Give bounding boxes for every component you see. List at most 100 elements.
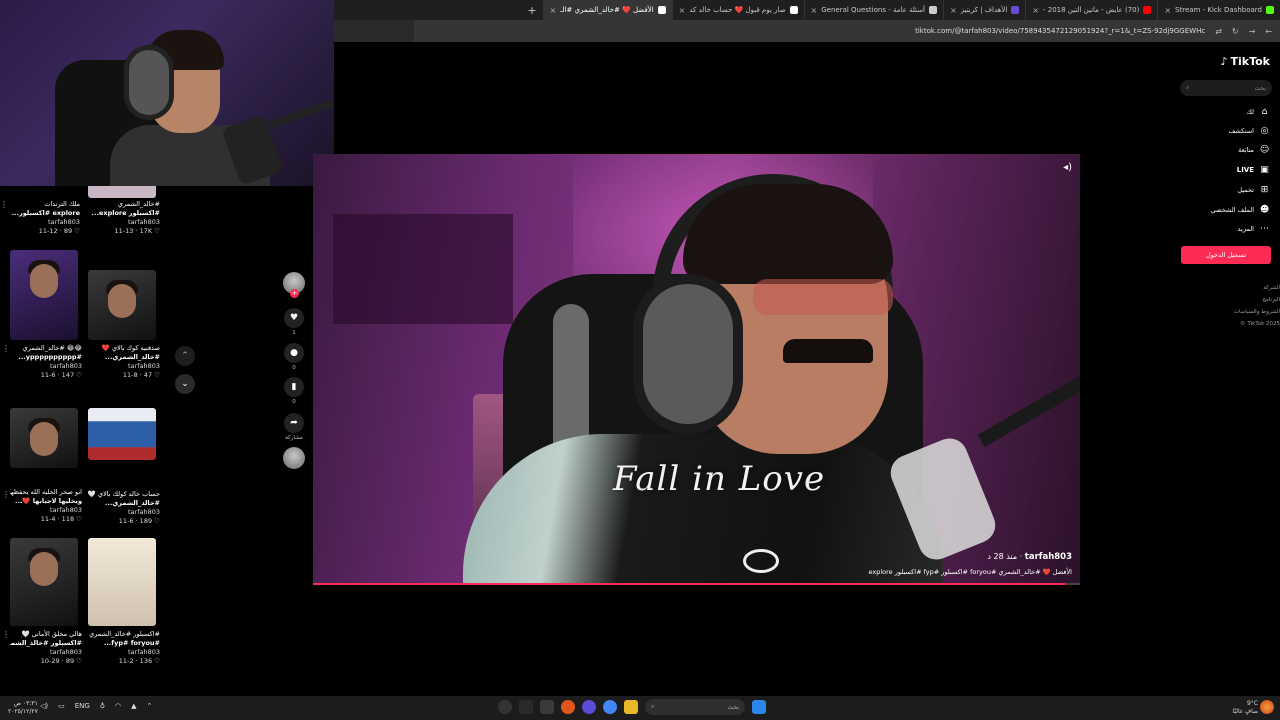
follow-plus-icon[interactable]: +: [290, 289, 299, 298]
footer-link[interactable]: البرنامج: [1234, 294, 1280, 306]
network-icon[interactable]: ▭: [58, 702, 65, 710]
capcut-icon[interactable]: [519, 700, 533, 714]
taskbar-clock[interactable]: ٠٣:٣١ ص ٢٠٢٥/١٢/٢٧: [8, 700, 38, 716]
tab-label: (70) عايض - ماتين التين 2018 -: [1042, 6, 1140, 14]
app-icon[interactable]: [540, 700, 554, 714]
search-icon: ⌕: [651, 703, 655, 710]
like-button[interactable]: ♥ 1: [282, 308, 306, 336]
translate-icon[interactable]: ⇄: [1215, 27, 1222, 36]
grid-item[interactable]: صدقنيه كوك بالاي ❤️ #خالد_الشمري... tarf…: [88, 270, 168, 380]
video-progress-fill: [313, 583, 1065, 585]
close-icon[interactable]: ×: [950, 6, 957, 15]
video-stats: 11-4 · 118 ♡: [40, 515, 82, 523]
more-icon[interactable]: ⋮: [0, 200, 8, 209]
nav-item-profile[interactable]: ☻ الملف الشخصي: [1211, 204, 1270, 215]
close-icon[interactable]: ×: [679, 6, 686, 15]
more-icon[interactable]: ⋮: [2, 490, 10, 499]
footer-link[interactable]: الشروط والسياسات: [1234, 306, 1280, 318]
footer-link[interactable]: الشركة: [1234, 282, 1280, 294]
video-thumbnail[interactable]: [10, 538, 78, 626]
bookmark-icon[interactable]: ▮: [284, 377, 304, 397]
close-icon[interactable]: ×: [1164, 6, 1171, 15]
video-author-name[interactable]: tarfah803: [1025, 552, 1072, 562]
author-avatar-button[interactable]: +: [282, 272, 306, 298]
forward-icon[interactable]: →: [1249, 27, 1256, 36]
video-author-line[interactable]: tarfah803 · منذ 28 د: [987, 552, 1072, 562]
login-button[interactable]: تسجيل الدخول: [1181, 246, 1271, 264]
tab-youtube[interactable]: (70) عايض - ماتين التين 2018 - ×: [1025, 0, 1157, 20]
video-stats: 10-29 · 89 ♡: [40, 657, 82, 665]
nav-item-live[interactable]: ▣ LIVE: [1237, 164, 1270, 175]
tab-kick-dashboard[interactable]: Stream - Kick Dashboard ×: [1157, 0, 1280, 20]
mic-icon[interactable]: ♁: [100, 702, 105, 710]
nav-item-explore[interactable]: ◎ استكشف: [1229, 125, 1270, 136]
grid-item[interactable]: ⋮ هالي مخلق الأماني 🤍 #اكسبلور #خالد_الش…: [2, 538, 90, 666]
file-explorer-icon[interactable]: [624, 700, 638, 714]
webcam-mic-arm: [268, 98, 334, 130]
back-icon[interactable]: ←: [1265, 27, 1272, 36]
more-icon[interactable]: ⋮: [2, 630, 10, 639]
comment-icon[interactable]: ●: [284, 343, 304, 363]
next-video-button[interactable]: ⌄: [175, 374, 195, 394]
avatar[interactable]: +: [283, 272, 305, 298]
sound-avatar-button[interactable]: [282, 447, 306, 469]
nav-item-more[interactable]: ⋯ المزيد: [1238, 223, 1270, 234]
heart-icon[interactable]: ♥: [284, 308, 304, 328]
windows-start-icon[interactable]: [752, 700, 766, 714]
grid-item[interactable]: حساب خالد كولك بالاي 🤍 #خالد_الشمري... t…: [88, 408, 168, 526]
app-icon[interactable]: [582, 700, 596, 714]
grid-item[interactable]: ⋮ 😂😂 #خالد_الشمري #ypppppppppp... tarfah…: [2, 250, 90, 380]
taskbar-search-placeholder: بحث: [727, 703, 739, 711]
sound-avatar[interactable]: [283, 447, 305, 469]
obs-icon[interactable]: [498, 700, 512, 714]
video-thumbnail-partial[interactable]: [88, 186, 156, 198]
video-mustache: [783, 339, 873, 363]
tab-tiktok-active[interactable]: الأفضل ❤️ #خالد_الشمري #الـ ×: [542, 0, 672, 20]
video-thumbnail[interactable]: [88, 538, 156, 626]
reload-icon[interactable]: ↻: [1232, 27, 1239, 36]
grid-item[interactable]: ⋮ ابو صحر الخليه الله يحفظها ويخليها لاح…: [2, 408, 90, 524]
tab-general-questions[interactable]: أسئلة عامة - General Questions ×: [803, 0, 944, 20]
tab-tiktok-1[interactable]: صار يوم قبول ❤️ حساب خالد كد ×: [671, 0, 804, 20]
save-button[interactable]: ▮ 0: [282, 377, 306, 405]
discord-icon[interactable]: ▲: [131, 702, 136, 710]
webcam-headphones: [124, 45, 174, 120]
main-video[interactable]: Fall in Love ◂) tarfah803 · منذ 28 د الأ…: [313, 154, 1080, 585]
nav-item-following[interactable]: ☺ متابَعة: [1238, 144, 1270, 155]
comment-button[interactable]: ● 0: [282, 343, 306, 371]
close-icon[interactable]: ×: [1032, 6, 1039, 15]
share-button[interactable]: ➦ مشاركة: [282, 413, 306, 441]
headset-icon[interactable]: ◠: [115, 702, 121, 710]
chrome-icon[interactable]: [603, 700, 617, 714]
nav-item-upload[interactable]: ⊞ تحميل: [1237, 184, 1270, 195]
grid-item[interactable]: #اكسبلور #خالد_الشمري #fyp# foryou... ta…: [88, 538, 168, 666]
more-icon[interactable]: ⋮: [2, 344, 10, 353]
video-progress-bar[interactable]: [313, 583, 1080, 585]
close-icon[interactable]: ×: [811, 6, 818, 15]
url-field[interactable]: tiktok.com/@tarfah803/video/758943547212…: [915, 27, 1205, 35]
language-indicator[interactable]: ENG: [75, 702, 90, 710]
search-input[interactable]: بحث ⌕: [1180, 80, 1272, 96]
tiktok-logo[interactable]: ♪ TikTok: [1220, 55, 1270, 68]
tab-goals[interactable]: الأهداف | كريتيز ×: [943, 0, 1025, 20]
nav-item-home[interactable]: ⌂ لك: [1247, 106, 1270, 117]
share-icon[interactable]: ➦: [284, 413, 304, 433]
video-thumbnail[interactable]: [10, 408, 78, 468]
tray-expand-icon[interactable]: ⌃: [146, 702, 152, 710]
volume-icon[interactable]: ◂): [1063, 162, 1072, 173]
video-thumbnail[interactable]: [10, 250, 78, 340]
firefox-icon[interactable]: [561, 700, 575, 714]
new-tab-button[interactable]: +: [521, 4, 542, 17]
video-thumbnail[interactable]: [88, 270, 156, 340]
volume-icon[interactable]: ◁): [40, 702, 48, 710]
close-icon[interactable]: ×: [550, 6, 557, 15]
video-caption: #اكسبلور explore...: [91, 209, 160, 217]
grid-item[interactable]: ⋮ ملك الترندات explore #اكسبلور... tarfa…: [0, 200, 88, 236]
taskbar-search[interactable]: بحث ⌕: [645, 699, 745, 715]
video-overlay-text: Fall in Love: [613, 459, 826, 499]
video-thumbnail[interactable]: [88, 408, 156, 460]
search-icon[interactable]: ⌕: [1186, 84, 1189, 92]
previous-video-button[interactable]: ⌃: [175, 346, 195, 366]
grid-item[interactable]: #خالد_الشمري #اكسبلور explore... tarfah8…: [88, 200, 168, 236]
weather-widget[interactable]: 9°C صافٍ غالبًا: [1233, 700, 1258, 716]
